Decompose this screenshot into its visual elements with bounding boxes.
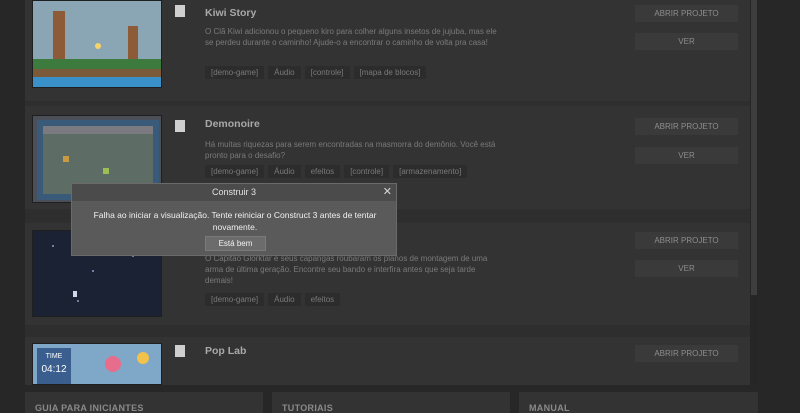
tag[interactable]: [controle] (304, 66, 350, 79)
project-tags: [demo-game] Áudio [controle] [mapa de bl… (205, 66, 427, 79)
tutorials-panel[interactable]: TUTORIAIS (272, 392, 510, 413)
open-project-button[interactable]: ABRIR PROJETO (635, 5, 738, 22)
project-tags: [demo-game] Áudio efeitos (205, 293, 341, 306)
kiwi-story-thumbnail[interactable] (32, 0, 162, 88)
tag[interactable]: [mapa de blocos] (353, 66, 427, 79)
project-title: Kiwi Story (205, 7, 257, 19)
panel-title: MANUAL (529, 403, 570, 413)
dialog-title: Construir 3 (211, 187, 256, 197)
open-project-button[interactable]: ABRIR PROJETO (635, 345, 738, 362)
tag[interactable]: [controle] (344, 165, 390, 178)
dialog-header: Construir 3 ✕ (72, 184, 396, 201)
project-title: Pop Lab (205, 345, 247, 357)
view-button[interactable]: VER (635, 33, 738, 50)
tag[interactable]: [demo-game] (205, 66, 265, 79)
manual-panel[interactable]: MANUAL (519, 392, 758, 413)
project-description: Há muitas riquezas para serem encontrada… (205, 140, 496, 160)
panel-title: TUTORIAIS (282, 403, 334, 413)
project-description: O Clã Kiwi adicionou o pequeno kiro para… (205, 27, 497, 47)
close-icon[interactable]: ✕ (383, 185, 392, 198)
open-project-button[interactable]: ABRIR PROJETO (635, 232, 738, 249)
view-button[interactable]: VER (635, 260, 738, 277)
file-icon (175, 5, 185, 17)
tag[interactable]: Áudio (268, 293, 301, 306)
view-button[interactable]: VER (635, 147, 738, 164)
pop-lab-time-label: TIME (46, 353, 63, 360)
tag[interactable]: [armazenamento] (393, 165, 468, 178)
panel-title: GUIA PARA INICIANTES (35, 403, 144, 413)
project-description: O Capitão Glorktar e seus capangas rouba… (205, 254, 488, 285)
open-project-button[interactable]: ABRIR PROJETO (635, 118, 738, 135)
file-icon (175, 120, 185, 132)
tag[interactable]: [demo-game] (205, 293, 265, 306)
pop-lab-thumbnail[interactable]: TIME 04:12 (32, 343, 162, 385)
tag[interactable]: Áudio (268, 165, 301, 178)
tag[interactable]: [demo-game] (205, 165, 265, 178)
scrollbar-thumb[interactable] (751, 0, 757, 295)
dialog-message: Falha ao iniciar a visualização. Tente r… (93, 210, 377, 232)
file-icon (175, 345, 185, 357)
project-title: Demonoire (205, 118, 260, 130)
tag[interactable]: efeitos (304, 165, 341, 178)
project-card-kiwi-story: Kiwi Story O Clã Kiwi adicionou o pequen… (25, 0, 750, 101)
error-dialog: Construir 3 ✕ Falha ao iniciar a visuali… (71, 183, 397, 256)
tag[interactable]: Áudio (268, 66, 301, 79)
project-tags: [demo-game] Áudio efeitos [controle] [ar… (205, 165, 468, 178)
ok-button[interactable]: Está bem (205, 236, 266, 251)
beginners-guide-panel[interactable]: GUIA PARA INICIANTES (25, 392, 263, 413)
pop-lab-time-value: 04:12 (41, 364, 66, 375)
project-card-pop-lab: TIME 04:12 Pop Lab ABRIR PROJETO (25, 337, 750, 385)
tag[interactable]: efeitos (304, 293, 341, 306)
